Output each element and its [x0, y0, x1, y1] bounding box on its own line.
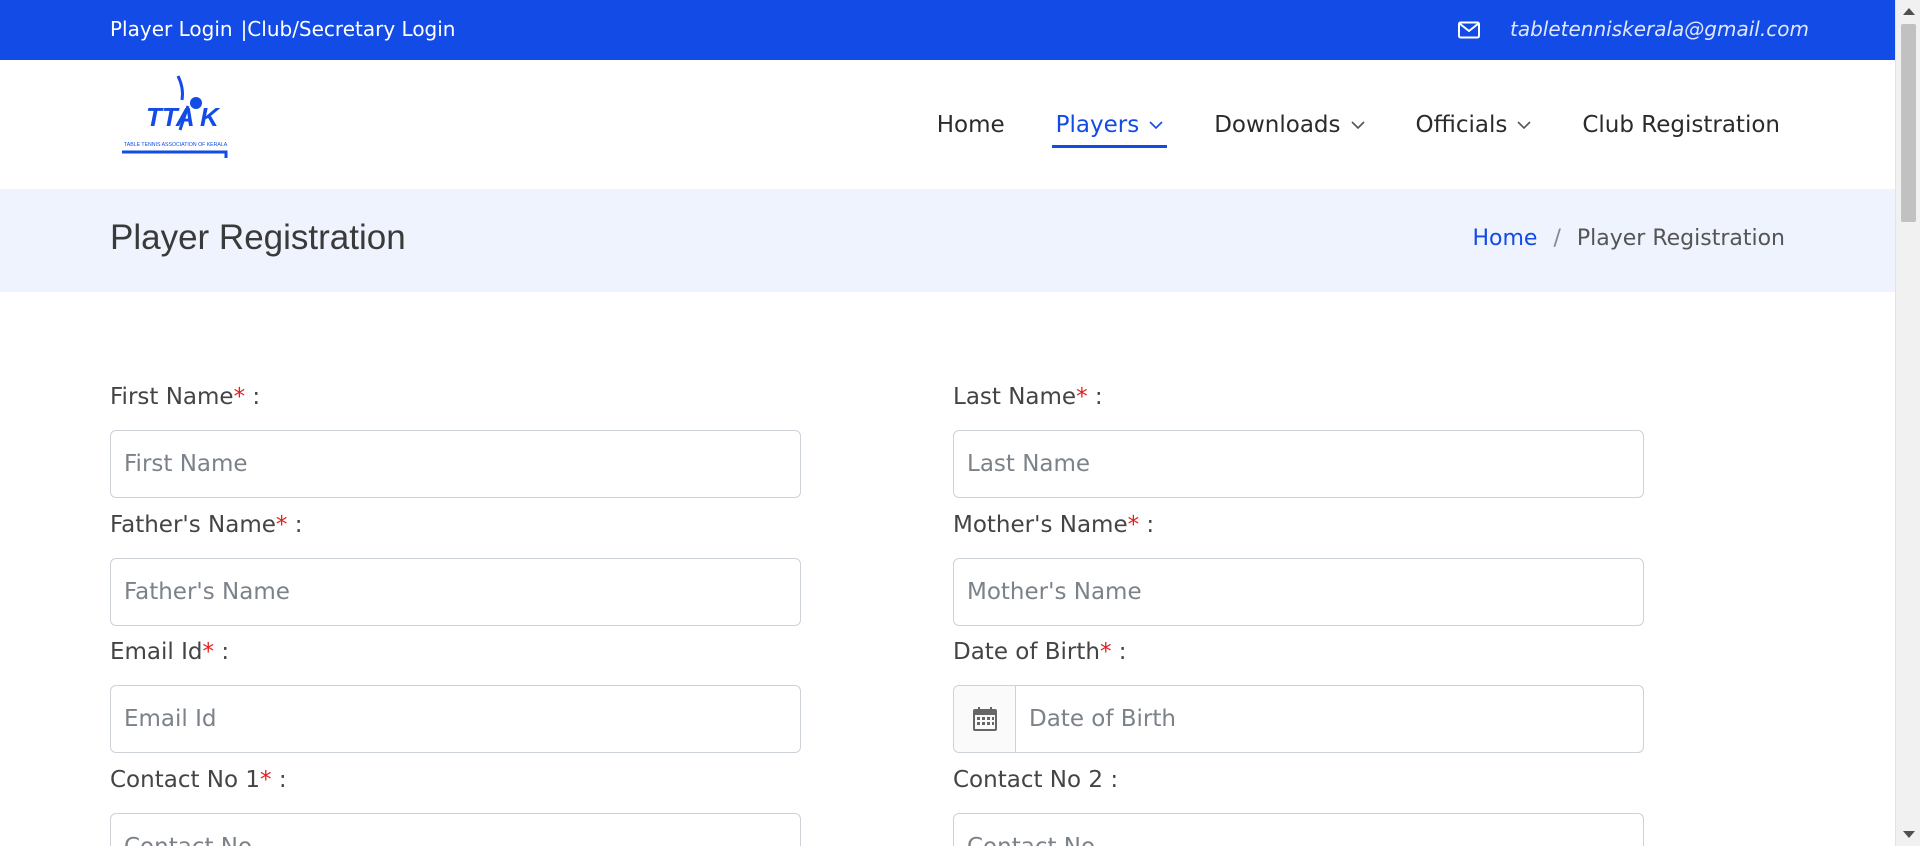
envelope-icon [1458, 21, 1480, 39]
player-login-link[interactable]: Player Login [110, 17, 233, 41]
nav-club-registration-label: Club Registration [1582, 112, 1780, 138]
svg-text:TABLE TENNIS ASSOCIATION OF KE: TABLE TENNIS ASSOCIATION OF KERALA [124, 142, 228, 148]
chevron-down-icon [1350, 120, 1365, 129]
breadcrumb-home-link[interactable]: Home [1472, 226, 1537, 251]
email-label: Email Id* : [110, 639, 230, 665]
dob-calendar-addon[interactable] [954, 686, 1016, 752]
contact1-field-box [110, 813, 801, 846]
breadcrumb-current: Player Registration [1576, 226, 1785, 251]
chevron-down-icon [1149, 120, 1163, 129]
contact2-group: Contact No 2 : [953, 767, 1644, 846]
contact2-input[interactable] [954, 814, 1643, 846]
chevron-down-icon [1517, 120, 1531, 129]
dob-label: Date of Birth* : [953, 639, 1127, 665]
contact2-field-box [953, 813, 1644, 846]
email-input[interactable] [111, 686, 800, 752]
nav-players[interactable]: Players [1051, 112, 1167, 148]
mother-name-label: Mother's Name* : [953, 512, 1155, 538]
page-title-bar: Player Registration Home / Player Regist… [0, 189, 1895, 292]
contact1-label: Contact No 1* : [110, 767, 287, 793]
login-links: Player Login |Club/Secretary Login [110, 17, 455, 41]
email-field-box [110, 685, 801, 753]
club-secretary-login-link[interactable]: |Club/Secretary Login [241, 17, 456, 41]
page-title: Player Registration [110, 218, 406, 257]
scrollbar-thumb[interactable] [1901, 24, 1916, 222]
contact-email[interactable]: tabletenniskerala@gmail.com [1510, 17, 1809, 41]
nav-downloads[interactable]: Downloads [1214, 112, 1365, 144]
first-name-label: First Name* : [110, 384, 261, 410]
ttak-logo[interactable]: TTA K TABLE TENNIS ASSOCIATION OF KERALA [118, 70, 230, 158]
nav-players-label: Players [1055, 112, 1140, 138]
contact1-input[interactable] [111, 814, 800, 846]
top-bar: Player Login |Club/Secretary Login table… [0, 0, 1895, 60]
first-name-field-box [110, 430, 801, 498]
main-nav: Home Players Downloads Officials Club Re… [886, 112, 1780, 148]
nav-home-label: Home [936, 112, 1005, 138]
page-scrollbar[interactable] [1895, 0, 1920, 846]
father-name-input[interactable] [111, 559, 800, 625]
breadcrumb-separator: / [1553, 226, 1561, 251]
scroll-up-arrow-icon[interactable] [1903, 8, 1915, 15]
calendar-icon [972, 707, 997, 731]
nav-downloads-label: Downloads [1214, 112, 1341, 138]
mother-name-group: Mother's Name* : [953, 512, 1644, 626]
nav-home[interactable]: Home [937, 112, 1005, 144]
father-name-field-box [110, 558, 801, 626]
contact2-label: Contact No 2 : [953, 767, 1119, 793]
last-name-group: Last Name* : [953, 384, 1644, 498]
site-header: TTA K TABLE TENNIS ASSOCIATION OF KERALA… [0, 60, 1895, 189]
father-name-label: Father's Name* : [110, 512, 303, 538]
first-name-group: First Name* : [110, 384, 801, 498]
nav-officials-label: Officials [1415, 112, 1508, 138]
last-name-input[interactable] [954, 431, 1643, 497]
last-name-label: Last Name* : [953, 384, 1103, 410]
nav-club-registration[interactable]: Club Registration [1582, 112, 1780, 144]
scroll-down-arrow-icon[interactable] [1903, 831, 1915, 838]
dob-input[interactable] [1016, 686, 1643, 752]
mother-name-input[interactable] [954, 559, 1643, 625]
contact1-group: Contact No 1* : [110, 767, 801, 846]
mother-name-field-box [953, 558, 1644, 626]
email-group: Email Id* : [110, 639, 801, 753]
dob-group: Date of Birth* : [953, 639, 1644, 753]
father-name-group: Father's Name* : [110, 512, 801, 626]
nav-officials[interactable]: Officials [1416, 112, 1532, 144]
breadcrumb: Home / Player Registration [1472, 226, 1785, 251]
first-name-input[interactable] [111, 431, 800, 497]
last-name-field-box [953, 430, 1644, 498]
player-registration-form: First Name* : Last Name* : Father's Name… [0, 292, 1895, 846]
svg-text:K: K [200, 102, 221, 132]
dob-field-box [953, 685, 1644, 753]
